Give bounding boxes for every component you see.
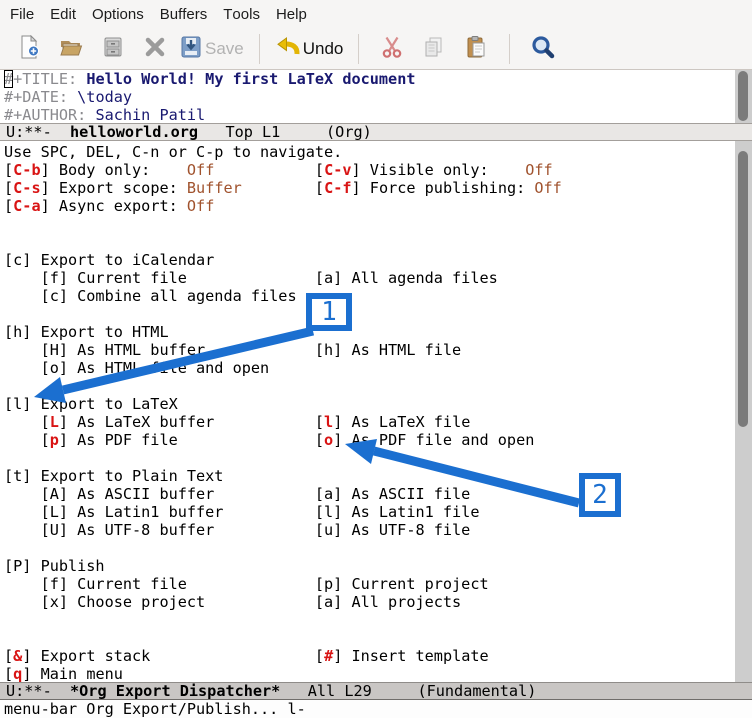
buffer-line: [A] As ASCII buffer [a] As ASCII file [0,485,752,503]
scrollbar-track-top[interactable] [735,70,752,123]
buffer-line: [U] As UTF-8 buffer [u] As UTF-8 file [0,521,752,539]
menu-bar: File Edit Options Buffers Tools Help [0,0,752,28]
echo-area: menu-bar Org Export/Publish... l- [0,700,752,718]
tool-bar: Save Undo [0,28,752,70]
mode-line-helloworld: U:**- helloworld.org Top L1 (Org) [0,123,752,141]
toolbar-separator [259,34,260,64]
toolbar-separator [358,34,359,64]
scrollbar-thumb-bottom[interactable] [738,151,748,427]
buffer-line: [t] Export to Plain Text [0,467,752,485]
undo-icon [275,36,301,62]
scrollbar-track-bottom[interactable] [735,141,752,682]
save-button[interactable]: Save [176,32,247,66]
mode-line-dispatcher: U:**- *Org Export Dispatcher* All L29 (F… [0,682,752,700]
close-buffer-icon [144,36,166,62]
annotation-step-2: 2 [579,473,621,517]
buffer-line: [f] Current file [a] All agenda files [0,269,752,287]
buffer-line: [C-s] Export scope: Buffer [C-f] Force p… [0,179,752,197]
buffer-line: [C-a] Async export: Off [0,197,752,215]
open-file-button[interactable] [50,32,92,66]
buffer-line: [C-b] Body only: Off [C-v] Visible only:… [0,161,752,179]
buffer-line [0,377,752,395]
menu-tools[interactable]: Tools [215,2,268,27]
close-buffer-button[interactable] [134,32,176,66]
scrollbar-thumb-top[interactable] [738,71,748,121]
buffer-line: [l] Export to LaTeX [0,395,752,413]
search-icon [530,34,556,64]
toolbar-separator [509,34,510,64]
buffer-line [0,539,752,557]
menu-file[interactable]: File [2,2,42,27]
buffer-line: Use SPC, DEL, C-n or C-p to navigate. [0,143,752,161]
copy-button[interactable] [413,32,455,66]
new-file-button[interactable] [8,32,50,66]
buffer-line: #+DATE: \today [0,88,752,106]
buffer-line: [L] As Latin1 buffer [l] As Latin1 file [0,503,752,521]
buffer-line: U:**- *Org Export Dispatcher* All L29 (F… [0,684,752,700]
buffer-line: #+AUTHOR: Sachin Patil [0,106,752,123]
org-export-dispatcher-buffer[interactable]: Use SPC, DEL, C-n or C-p to navigate.[C-… [0,141,752,682]
menu-buffers[interactable]: Buffers [152,2,216,27]
buffer-line: [h] Export to HTML [0,323,752,341]
buffer-line [0,629,752,647]
buffer-line [0,305,752,323]
buffer-line: [&] Export stack [#] Insert template [0,647,752,665]
paste-button[interactable] [455,32,497,66]
buffer-line: [q] Main menu [0,665,752,682]
buffer-line: [L] As LaTeX buffer [l] As LaTeX file [0,413,752,431]
search-button[interactable] [522,32,564,66]
save-icon [179,35,203,63]
new-file-icon [18,35,40,63]
cut-button[interactable] [371,32,413,66]
buffer-line [0,233,752,251]
annotation-step-1: 1 [306,293,352,331]
undo-button-label: Undo [303,39,344,59]
cut-icon [380,35,404,63]
menu-edit[interactable]: Edit [42,2,84,27]
menu-help[interactable]: Help [268,2,315,27]
buffer-line: #+TITLE: Hello World! My first LaTeX doc… [0,70,752,88]
copy-icon [422,35,446,63]
buffer-line: [c] Export to iCalendar [0,251,752,269]
buffer-line: [x] Choose project [a] All projects [0,593,752,611]
emacs-window: File Edit Options Buffers Tools Help Sav… [0,0,752,718]
menu-options[interactable]: Options [84,2,152,27]
buffer-line: [H] As HTML buffer [h] As HTML file [0,341,752,359]
file-cabinet-icon [102,35,124,63]
buffer-line [0,215,752,233]
buffer-line: [p] As PDF file [o] As PDF file and open [0,431,752,449]
buffer-line [0,449,752,467]
org-source-buffer[interactable]: #+TITLE: Hello World! My first LaTeX doc… [0,70,752,123]
buffer-line: [P] Publish [0,557,752,575]
buffer-line: [o] As HTML file and open [0,359,752,377]
buffer-line [0,611,752,629]
buffer-line: [f] Current file [p] Current project [0,575,752,593]
buffer-line: [c] Combine all agenda files [0,287,752,305]
dired-button[interactable] [92,32,134,66]
save-button-label: Save [205,39,244,59]
undo-button[interactable]: Undo [272,32,347,66]
paste-icon [464,35,488,63]
open-folder-icon [59,35,83,63]
buffer-line: U:**- helloworld.org Top L1 (Org) [0,125,752,141]
